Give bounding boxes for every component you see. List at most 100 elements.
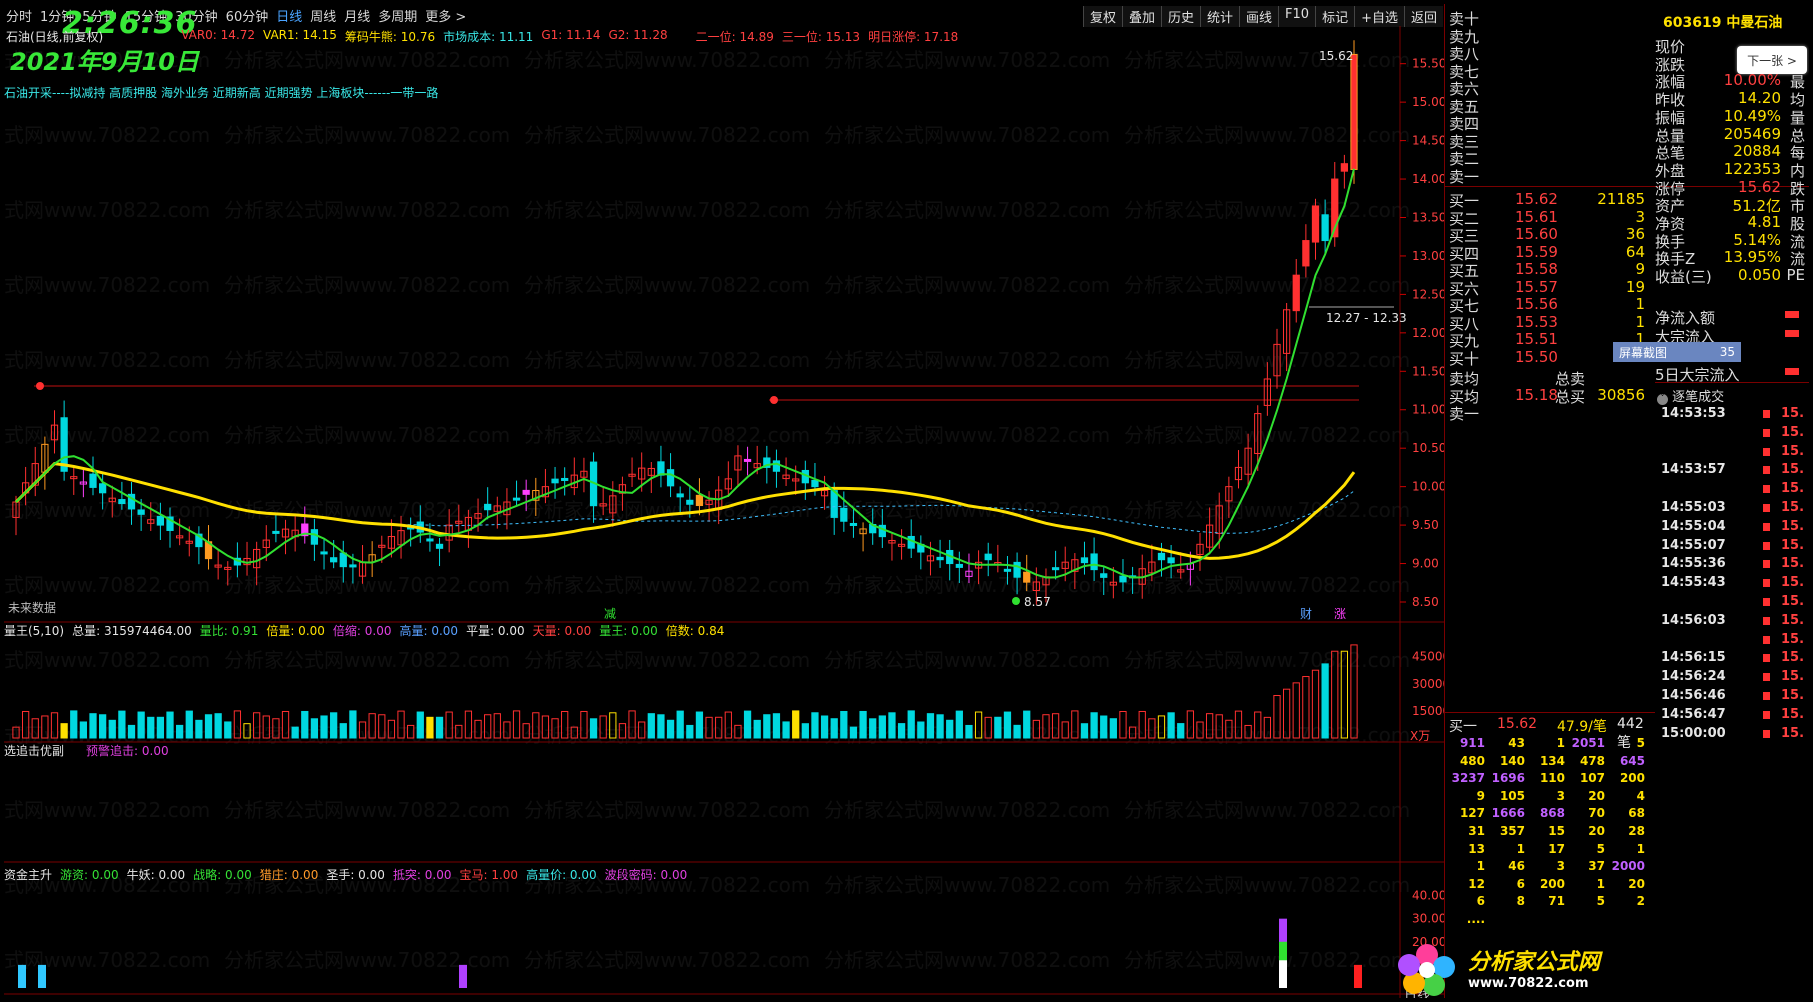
candle (666, 469, 675, 487)
stat-value: 4.81 (1747, 213, 1781, 231)
ind3-zhanlue: 战略: 0.00 (193, 868, 252, 882)
candle (955, 563, 963, 568)
ticks-header[interactable]: ˅ 逐笔成交 (1657, 386, 1724, 405)
volume-bar (840, 710, 848, 739)
queue-cell: 3 (1556, 859, 1565, 874)
stat-value: 122353 (1723, 159, 1781, 178)
candle (743, 458, 752, 462)
ask-row[interactable]: 卖五 (1445, 96, 1645, 116)
candle (811, 479, 819, 488)
bid-row[interactable]: 买二 15.61 3 (1445, 208, 1645, 228)
tick-flag-icon (1763, 522, 1770, 531)
ind3-axis-label: 40.00 (1412, 889, 1444, 903)
stat-row: 资产 51.2亿市 (1655, 195, 1805, 215)
candle (1051, 567, 1060, 571)
stat-value: 5.14% (1733, 230, 1781, 249)
volume-bar (599, 715, 607, 739)
volume-bar (647, 713, 655, 739)
candle (330, 557, 338, 563)
candle (1080, 557, 1089, 564)
ask-row[interactable]: 卖九 (1445, 26, 1645, 46)
candle (1167, 557, 1175, 564)
candle (89, 473, 97, 488)
volume-bar (984, 716, 992, 739)
candle (522, 489, 530, 495)
volume-axis-label: 30000 (1412, 677, 1444, 691)
volume-bar (676, 710, 684, 739)
queue-cell: 17 (1548, 841, 1565, 856)
volume-bar (926, 713, 935, 739)
volume-bar (1119, 710, 1127, 739)
vol-beisuo: 倍缩: 0.00 (332, 624, 392, 638)
bid-row[interactable]: 买一 15.62 21185 (1445, 190, 1645, 210)
tick-price: 15. (1781, 556, 1805, 572)
volume-bar (1080, 723, 1089, 739)
volume-bar (888, 712, 896, 739)
candle (1302, 240, 1310, 267)
screenshot-count: 35 (1719, 345, 1735, 359)
candle (830, 490, 838, 518)
bid-row[interactable]: 买八 15.53 1 (1445, 313, 1645, 333)
vol-total: 总量: 315974464.00 (72, 624, 192, 638)
price-axis-label: 9.50 (1412, 518, 1439, 532)
price-axis-label: 15.00 (1412, 95, 1444, 109)
price-axis-label: 13.00 (1412, 249, 1444, 263)
bid-price: 15.58 (1515, 260, 1558, 278)
kline-chart[interactable]: 15.50 15.00 14.50 14.00 13.50 13.00 12.50 12.00… (4, 4, 1444, 998)
volume-bar (310, 718, 319, 739)
tick-price: 15. (1781, 443, 1805, 459)
ask-row[interactable]: 卖二 (1445, 148, 1645, 168)
volume-bar (426, 716, 434, 739)
bid-volume: 9 (1635, 260, 1645, 278)
candle (1292, 274, 1300, 312)
volume-bar (224, 721, 232, 739)
ask-row[interactable]: 卖七 (1445, 61, 1645, 81)
price-axis-label: 14.00 (1412, 172, 1444, 186)
tick-flag-icon (1763, 447, 1770, 456)
bid-label: 买十 (1449, 349, 1480, 368)
screenshot-button[interactable]: 屏幕截图 35 (1613, 342, 1741, 362)
ask-row[interactable]: 卖十 (1445, 8, 1645, 28)
queue-label: 买一 (1449, 719, 1477, 735)
candle (984, 553, 992, 561)
vol-name: 量王(5,10) (4, 624, 65, 638)
volume-bar (368, 713, 376, 739)
bid-row[interactable]: 买三 15.60 36 (1445, 225, 1645, 245)
stat-row: 净资 4.81 股 (1655, 213, 1805, 233)
tick-time: 14:56:03 (1661, 612, 1726, 628)
queue-cell: 70 (1588, 806, 1605, 821)
flow-bar (1785, 368, 1799, 375)
ask-row[interactable]: 卖八 (1445, 43, 1645, 63)
queue-cell: 911 (1459, 736, 1485, 750)
volume-bar (147, 716, 155, 739)
ind3-boduan: 波段密码: 0.00 (604, 868, 688, 882)
volume-bar (830, 718, 838, 739)
ask-row[interactable]: 卖一 (1445, 166, 1645, 186)
stat-row: 现价 (1655, 36, 1805, 56)
summary-price: 15.18 (1515, 385, 1558, 404)
bid-row[interactable]: 买四 15.59 64 (1445, 243, 1645, 263)
candle (272, 530, 280, 534)
queue-cell: 4 (1636, 788, 1645, 803)
bid-row[interactable]: 买五 15.58 9 (1445, 260, 1645, 280)
candle (137, 509, 145, 515)
signal-bar (18, 964, 26, 988)
volume-bar (792, 710, 800, 739)
volume-bar (1023, 710, 1031, 739)
bid-row[interactable]: 买六 15.57 19 (1445, 278, 1645, 298)
volume-bar (243, 723, 251, 739)
volume-bar (1071, 710, 1079, 739)
bid-row[interactable]: 买七 15.56 1 (1445, 295, 1645, 315)
ask-row[interactable]: 卖四 (1445, 113, 1645, 133)
collapse-icon[interactable]: ˅ (1657, 394, 1668, 405)
volume-bar (281, 710, 290, 739)
ask-row[interactable]: 卖六 (1445, 78, 1645, 98)
candle (310, 529, 319, 545)
indicator2-header: 选追击优副 预警追击: 0.00 (4, 742, 169, 759)
stock-code-name[interactable]: 603619 中曼石油 (1663, 12, 1782, 32)
volume-bar (1042, 714, 1050, 739)
ma-yellow-line (14, 462, 1356, 560)
ask-row[interactable]: 卖三 (1445, 131, 1645, 151)
stat-value: 0.050 (1738, 266, 1781, 285)
volume-bar (31, 718, 39, 739)
